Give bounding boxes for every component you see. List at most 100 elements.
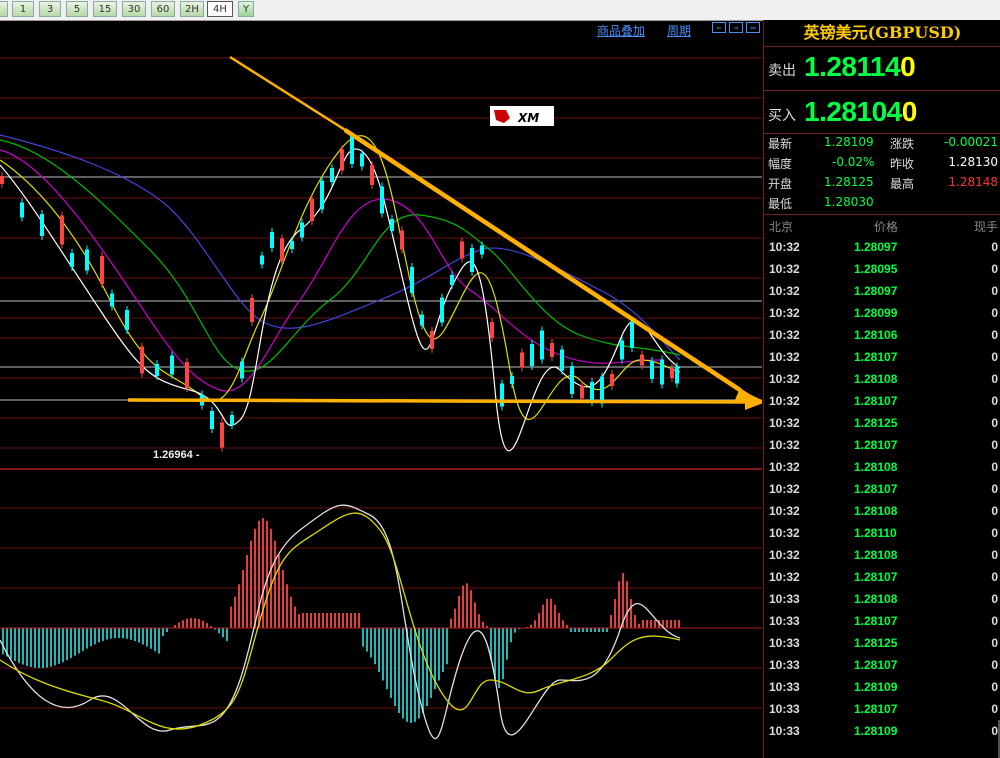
candle [20,202,24,218]
tick-price: 1.28095 [854,262,898,276]
timeframe-button-60m[interactable]: 60 [151,1,175,17]
tick-volume: 0 [991,592,998,606]
macd-bar [166,628,168,633]
timeframe-button-15m[interactable]: 15 [93,1,117,17]
tick-time: 10:32 [769,262,800,276]
macd-bar [650,620,652,628]
macd-bar [290,596,292,628]
tick-price: 1.28107 [854,570,898,584]
timeframe-button-5m[interactable]: 5 [66,1,88,17]
macd-bar [162,628,164,637]
candle [640,354,644,366]
tick-time: 10:33 [769,702,800,716]
tick-volume: 0 [991,658,998,672]
macd-bar [614,598,616,628]
macd-bar [22,628,24,665]
macd-bar [462,585,464,628]
period-link[interactable]: 周期 [667,22,691,39]
macd-bar [626,581,628,628]
macd-bar [238,584,240,628]
tick-row: 10:32 1.28108 0 [764,456,1000,478]
macd-bar [394,628,396,707]
macd-bar [186,618,188,628]
candle [580,385,584,399]
candle [185,362,189,388]
macd-bar [506,628,508,660]
macd-bar [406,628,408,722]
macd-bar [54,628,56,666]
candle [440,297,444,323]
tick-volume: 0 [991,548,998,562]
tick-volume: 0 [991,702,998,716]
tick-price: 1.28108 [854,592,898,606]
timeframe-button-2h[interactable]: 2H [180,1,204,17]
candle [430,331,434,349]
macd-bar [350,613,352,628]
candle [70,253,74,267]
tick-row: 10:33 1.28107 0 [764,610,1000,632]
quote-panel: 英镑美元(GBPUSD) 卖出 1.281140 买入 1.281040 最新 … [763,20,1000,758]
tick-time: 10:32 [769,416,800,430]
macd-bar [554,604,556,628]
macd-bar [330,613,332,628]
candle [570,366,574,394]
macd-bar [66,628,68,661]
macd-bar [2,628,4,655]
nav-right-icon[interactable]: ⇒ [729,22,743,33]
macd-bar [146,628,148,647]
price-chart[interactable]: 1.26964 - XM [0,38,762,758]
timeframe-toolbar: 1 3 5 15 30 60 2H 4H Y [0,0,1000,21]
candle [590,382,594,402]
macd-bar [90,628,92,647]
nav-expand-icon[interactable]: ▭ [746,22,760,33]
macd-bar [502,628,504,680]
macd-bar [102,628,104,641]
macd-bar [306,613,308,628]
ticks-header: 北京 价格 现手 [764,214,1000,236]
timeframe-button-30m[interactable]: 30 [122,1,146,17]
tick-volume: 0 [991,504,998,518]
macd-bar [126,628,128,639]
tick-row: 10:32 1.28106 0 [764,324,1000,346]
macd-bar [338,613,340,628]
macd-bar [202,620,204,628]
tick-price: 1.28109 [854,680,898,694]
macd-bar [578,628,580,632]
buy-row[interactable]: 买入 1.281040 [764,91,1000,133]
macd-bar [362,628,364,647]
candle [300,222,304,238]
tick-time: 10:32 [769,306,800,320]
candle [410,267,414,293]
macd-bar [574,628,576,632]
timeframe-button-y[interactable]: Y [238,1,254,17]
sell-row[interactable]: 卖出 1.281140 [764,46,1000,90]
macd-bar [458,595,460,628]
tick-time: 10:33 [769,614,800,628]
candle [280,238,284,262]
timeframe-button-4h[interactable]: 4H [207,1,233,17]
nav-left-icon[interactable]: ⇐ [712,22,726,33]
tick-volume: 0 [991,482,998,496]
candle [260,255,264,265]
tick-volume: 0 [991,394,998,408]
low-label: 最低 [768,197,793,211]
macd-bar [110,628,112,639]
candle [610,374,614,386]
macd-bar [242,569,244,628]
tick-row: 10:32 1.28107 0 [764,434,1000,456]
macd-bar [42,628,44,668]
tick-price: 1.28125 [854,636,898,650]
tick-volume: 0 [991,306,998,320]
tick-volume: 0 [991,262,998,276]
tick-volume: 0 [991,284,998,298]
trendline-support [127,398,753,404]
toolbar-scroll-left[interactable] [0,1,8,17]
timeframe-button-1m[interactable]: 1 [12,1,34,17]
tick-price: 1.28107 [854,702,898,716]
overlay-link[interactable]: 商品叠加 [597,22,645,39]
macd-bar [246,554,248,628]
timeframe-button-3m[interactable]: 3 [39,1,61,17]
macd-bar [410,628,412,723]
tick-volume: 0 [991,526,998,540]
macd-bar [634,614,636,628]
